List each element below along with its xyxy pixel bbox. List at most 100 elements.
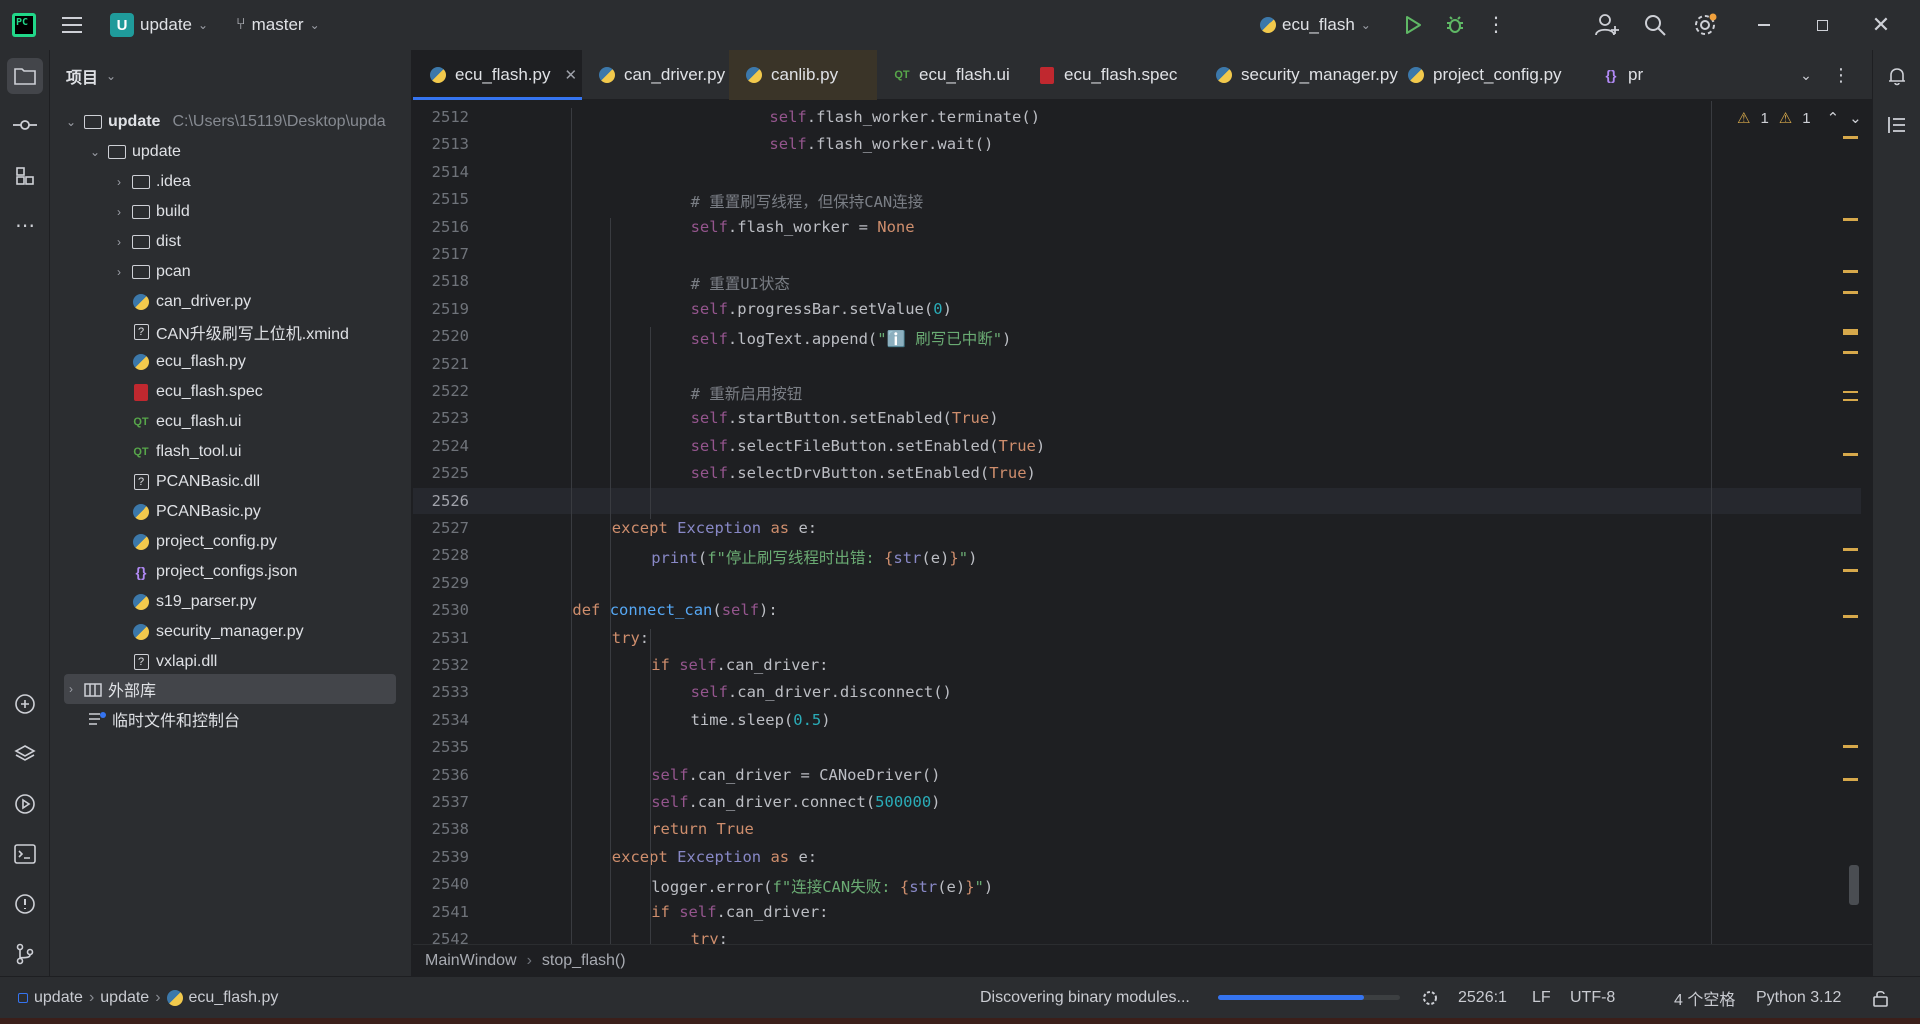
terminal-icon[interactable] — [7, 836, 43, 872]
code-line[interactable]: except Exception as e: — [612, 519, 817, 537]
line-number[interactable]: 2517 — [413, 245, 469, 263]
warning-marker[interactable] — [1843, 136, 1858, 140]
warning-marker[interactable] — [1843, 745, 1858, 749]
tree-file-item[interactable]: ecu_flash.py — [132, 347, 246, 377]
close-button[interactable]: ✕ — [1856, 0, 1906, 50]
python-packages-icon[interactable] — [7, 686, 43, 722]
status-crumb-file[interactable]: ecu_flash.py — [189, 989, 279, 1007]
tree-file-item[interactable]: {} project_configs.json — [132, 557, 298, 587]
line-number[interactable]: 2531 — [413, 629, 469, 647]
restore-button[interactable] — [1798, 0, 1846, 50]
line-number[interactable]: 2525 — [413, 464, 469, 482]
line-number[interactable]: 2523 — [413, 409, 469, 427]
line-number[interactable]: 2529 — [413, 574, 469, 592]
line-number[interactable]: 2533 — [413, 683, 469, 701]
run-button[interactable] — [1400, 12, 1426, 38]
layers-icon[interactable] — [7, 736, 43, 772]
status-crumb-project[interactable]: update — [34, 989, 83, 1007]
git-icon[interactable] — [7, 936, 43, 972]
editor-tab[interactable]: security_manager.py — [1199, 50, 1398, 100]
tree-file-item[interactable]: ? CAN升级刷写上位机.xmind — [132, 317, 349, 347]
more-actions-icon[interactable]: ⋮ — [1486, 12, 1506, 38]
line-number[interactable]: 2532 — [413, 656, 469, 674]
vertical-scrollbar-thumb[interactable] — [1849, 865, 1859, 905]
tree-scratches[interactable]: 临时文件和控制台 — [88, 704, 240, 734]
line-separator[interactable]: LF — [1532, 977, 1551, 1019]
editor-tab[interactable]: canlib.py — [729, 50, 877, 100]
warning-marker[interactable] — [1843, 548, 1858, 552]
code-line[interactable]: logger.error(f"连接CAN失败: {str(e)}") — [651, 875, 993, 897]
project-selector[interactable]: U update ⌄ — [102, 7, 216, 43]
warning-marker[interactable] — [1843, 217, 1858, 221]
editor-tab[interactable]: ecu_flash.spec — [1022, 50, 1199, 100]
warning-marker[interactable] — [1843, 351, 1858, 355]
tree-file-item[interactable]: s19_parser.py — [132, 587, 257, 617]
code-line[interactable]: try: — [691, 930, 728, 944]
code-line[interactable]: # 重置UI状态 — [691, 272, 790, 294]
line-number[interactable]: 2540 — [413, 875, 469, 893]
more-tools-icon[interactable]: ⋯ — [7, 207, 43, 243]
warning-marker[interactable] — [1843, 329, 1858, 336]
tree-file-item[interactable]: security_manager.py — [132, 617, 304, 647]
code-line[interactable]: self.can_driver = CANoeDriver() — [651, 766, 940, 784]
code-line[interactable]: if self.can_driver: — [651, 903, 828, 921]
status-crumb-folder[interactable]: update — [100, 989, 149, 1007]
tree-file-item[interactable]: project_config.py — [132, 527, 277, 557]
code-line[interactable]: time.sleep(0.5) — [691, 711, 831, 729]
background-task-progress[interactable] — [1218, 995, 1400, 1000]
code-line[interactable]: self.can_driver.connect(500000) — [651, 793, 940, 811]
line-number[interactable]: 2534 — [413, 711, 469, 729]
services-run-icon[interactable] — [7, 786, 43, 822]
warning-marker[interactable] — [1843, 615, 1858, 619]
code-line[interactable]: self.flash_worker = None — [691, 218, 915, 236]
caret-position[interactable]: 2526:1 — [1458, 977, 1507, 1019]
code-line[interactable]: self.progressBar.setValue(0) — [691, 300, 952, 318]
line-number[interactable]: 2527 — [413, 519, 469, 537]
branch-selector[interactable]: ⑂ master ⌄ — [228, 7, 328, 43]
settings-gear-icon[interactable] — [1692, 12, 1718, 38]
line-number[interactable]: 2541 — [413, 903, 469, 921]
code-line[interactable]: # 重新启用按钮 — [691, 382, 803, 404]
file-access-lock-icon[interactable] — [1872, 977, 1890, 1019]
tree-root-update[interactable]: ⌄ update C:\Users\15119\Desktop\upda — [64, 107, 386, 137]
code-line[interactable]: print(f"停止刷写线程时出错: {str(e)}") — [651, 546, 977, 568]
tree-folder-update[interactable]: ⌄ update — [88, 137, 181, 167]
tree-file-item[interactable]: PCANBasic.py — [132, 497, 261, 527]
line-number[interactable]: 2522 — [413, 382, 469, 400]
editor-tab[interactable]: can_driver.py — [582, 50, 729, 100]
app-logo-icon[interactable]: PC — [12, 13, 36, 37]
line-number[interactable]: 2535 — [413, 738, 469, 756]
run-config-selector[interactable]: ecu_flash ⌄ — [1252, 7, 1379, 43]
warning-marker[interactable] — [1843, 777, 1858, 781]
tree-file-item[interactable]: ? vxlapi.dll — [132, 647, 217, 677]
previous-highlight-icon[interactable]: ⌃ — [1827, 109, 1840, 127]
line-number[interactable]: 2519 — [413, 300, 469, 318]
tree-file-item[interactable]: ? PCANBasic.dll — [132, 467, 260, 497]
code-line[interactable]: self.flash_worker.terminate() — [769, 108, 1040, 126]
structure-outline-icon[interactable] — [1879, 107, 1915, 143]
code-line[interactable]: if self.can_driver: — [651, 656, 828, 674]
code-line[interactable]: try: — [612, 629, 649, 647]
warning-marker[interactable] — [1843, 452, 1858, 456]
code-line[interactable]: self.startButton.setEnabled(True) — [691, 409, 999, 427]
code-line[interactable]: def connect_can(self): — [572, 601, 777, 619]
line-number[interactable]: 2539 — [413, 848, 469, 866]
project-panel-header[interactable]: 项目 ⌄ — [50, 50, 411, 102]
editor-tab[interactable]: {} pr — [1586, 50, 1676, 100]
python-interpreter[interactable]: Python 3.12 — [1756, 977, 1841, 1019]
line-number[interactable]: 2516 — [413, 218, 469, 236]
line-number[interactable]: 2513 — [413, 135, 469, 153]
code-line[interactable]: self.selectDrvButton.setEnabled(True) — [691, 464, 1036, 482]
line-number[interactable]: 2521 — [413, 355, 469, 373]
project-tool-icon[interactable] — [7, 58, 43, 94]
indent-setting[interactable]: 4 个空格 — [1674, 977, 1735, 1019]
tree-file-item[interactable]: can_driver.py — [132, 287, 251, 317]
line-number[interactable]: 2524 — [413, 437, 469, 455]
editor-tab[interactable]: ecu_flash.py ✕ — [413, 50, 582, 100]
problems-icon[interactable] — [7, 886, 43, 922]
search-icon[interactable] — [1642, 12, 1668, 38]
code-line[interactable]: self.selectFileButton.setEnabled(True) — [691, 437, 1046, 455]
line-number[interactable]: 2512 — [413, 108, 469, 126]
line-number[interactable]: 2530 — [413, 601, 469, 619]
main-menu-icon[interactable] — [60, 13, 84, 37]
